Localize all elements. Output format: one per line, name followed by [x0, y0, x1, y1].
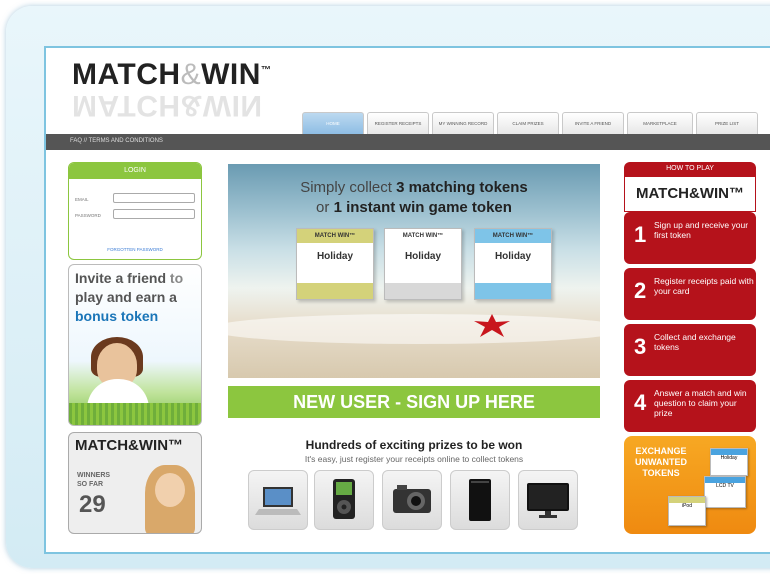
hero-headline: Simply collect 3 matching tokens or 1 in… [228, 178, 600, 218]
exchange-token-label: Holiday [720, 455, 738, 461]
tab-register-receipts[interactable]: REGISTER RECEIPTS [367, 112, 429, 134]
email-field[interactable] [113, 193, 195, 203]
logo-tm: ™ [260, 65, 272, 76]
token-card-header: MATCH WIN™ [475, 229, 551, 243]
camera-icon [393, 485, 431, 513]
prizes-title: Hundreds of exciting prizes to be won [305, 438, 523, 452]
how-to-play-panel: HOW TO PLAY MATCH&WIN™ 1 Sign up and rec… [624, 162, 756, 432]
hero-line1-pre: Simply collect [300, 179, 397, 196]
token-card-header: MATCH WIN™ [297, 229, 373, 243]
exchange-text: EXCHANGE UNWANTED TOKENS [632, 446, 690, 479]
prizes-subtitle: It's easy, just register your receipts o… [304, 454, 524, 464]
exchange-token-3: iPod [668, 496, 706, 526]
exchange-line2: UNWANTED [635, 457, 687, 467]
step-text: Answer a match and win question to claim… [654, 388, 747, 418]
ipod-icon [333, 479, 355, 519]
step-text: Collect and exchange tokens [654, 332, 736, 352]
password-label: PASSWORD [75, 213, 101, 218]
prize-console[interactable] [450, 470, 510, 530]
step-number: 2 [634, 278, 647, 303]
exchange-token-label: iPod [681, 503, 692, 509]
logo-win: WIN [201, 58, 261, 91]
step-text: Sign up and receive your first token [654, 220, 749, 240]
how-to-play-title: HOW TO PLAY [624, 162, 756, 176]
token-card-footer [297, 283, 373, 299]
winners-label: WINNERS SO FAR [77, 471, 110, 489]
tab-home[interactable]: HOME [302, 112, 364, 134]
invite-line2: play and earn a [75, 289, 177, 305]
exchange-tokens-banner[interactable]: EXCHANGE UNWANTED TOKENS Holiday LCD TV … [624, 436, 756, 534]
logo-reflection: MATCH&WIN [72, 89, 263, 122]
step-3[interactable]: 3 Collect and exchange tokens [624, 324, 756, 376]
exchange-token-2: LCD TV [704, 476, 746, 508]
token-card-3: MATCH WIN™ Holiday [474, 228, 552, 300]
invite-text: Invite a friend to play and earn a bonus… [75, 269, 183, 326]
winners-label-2: SO FAR [77, 481, 104, 488]
grass-image [69, 403, 201, 425]
how-to-play-logo: MATCH&WIN™ [624, 176, 756, 212]
winners-panel[interactable]: MATCH&WIN™ WINNERS SO FAR 29 [68, 432, 202, 534]
step-number: 4 [634, 390, 647, 415]
step-number: 3 [634, 334, 647, 359]
winner-photo [155, 473, 185, 507]
subnav-bar: FAQ // TERMS AND CONDITIONS [46, 134, 770, 150]
step-1[interactable]: 1 Sign up and receive your first token [624, 212, 756, 264]
exchange-token-label: LCD TV [716, 483, 734, 489]
hero-line2-pre: or [316, 199, 334, 216]
website-screen: MATCH&WIN™ MATCH&WIN HOME REGISTER RECEI… [44, 46, 770, 554]
token-card-header: MATCH WIN™ [385, 229, 461, 243]
password-field[interactable] [113, 209, 195, 219]
login-panel: LOGIN EMAIL PASSWORD FORGOTTEN PASSWORD [68, 162, 202, 260]
logo-amp: & [180, 58, 202, 91]
step-2[interactable]: 2 Register receipts paid with your card [624, 268, 756, 320]
prize-camera[interactable] [382, 470, 442, 530]
prize-ipod[interactable] [314, 470, 374, 530]
invite-line3: bonus token [75, 308, 159, 324]
step-text: Register receipts paid with your card [654, 276, 754, 296]
exchange-token-1: Holiday [710, 448, 748, 476]
invite-line1: Invite a friend [75, 270, 167, 286]
hero-line1-bold: 3 matching tokens [396, 179, 528, 196]
hero-line2-bold: 1 instant win game token [333, 199, 512, 216]
token-card-1: MATCH WIN™ Holiday [296, 228, 374, 300]
hero-banner: Simply collect 3 matching tokens or 1 in… [228, 164, 600, 378]
tab-prize-list[interactable]: PRIZE LIST [696, 112, 758, 134]
email-label: EMAIL [75, 197, 89, 202]
exchange-line1: EXCHANGE [635, 446, 687, 456]
winners-logo: MATCH&WIN™ [75, 437, 184, 454]
faq-terms-link[interactable]: FAQ // TERMS AND CONDITIONS [70, 138, 163, 144]
login-title: LOGIN [69, 163, 201, 179]
laptop-icon [255, 487, 301, 515]
tab-claim-prizes[interactable]: CLAIM PRIZES [497, 112, 559, 134]
tab-my-winning-record[interactable]: MY WINNING RECORD [432, 112, 494, 134]
console-icon [469, 479, 491, 521]
invite-line1b: to [166, 270, 184, 286]
prize-laptop[interactable] [248, 470, 308, 530]
starfish-icon [474, 314, 510, 337]
token-card-label: Holiday [404, 251, 442, 262]
logo-match: MATCH [72, 58, 181, 91]
step-4[interactable]: 4 Answer a match and win question to cla… [624, 380, 756, 432]
token-card-label: Holiday [316, 251, 354, 262]
tab-invite-a-friend[interactable]: INVITE A FRIEND [562, 112, 624, 134]
main-nav-tabs: HOME REGISTER RECEIPTS MY WINNING RECORD… [302, 112, 758, 134]
exchange-line3: TOKENS [642, 468, 680, 478]
winners-count: 29 [79, 491, 106, 518]
wave-foam [228, 314, 600, 344]
logo[interactable]: MATCH&WIN™ [72, 58, 271, 92]
forgotten-password-link[interactable]: FORGOTTEN PASSWORD [69, 247, 201, 252]
sign-up-button[interactable]: NEW USER - SIGN UP HERE [228, 386, 600, 418]
invite-friend-banner[interactable]: Invite a friend to play and earn a bonus… [68, 264, 202, 426]
token-card-2: MATCH WIN™ Holiday [384, 228, 462, 300]
tab-marketplace[interactable]: MARKETPLACE [627, 112, 693, 134]
step-number: 1 [634, 222, 647, 247]
tv-icon [527, 483, 569, 518]
token-card-footer [385, 283, 461, 299]
token-card-label: Holiday [494, 251, 532, 262]
winners-label-1: WINNERS [77, 472, 111, 479]
prize-tv[interactable] [518, 470, 578, 530]
token-card-footer [475, 283, 551, 299]
